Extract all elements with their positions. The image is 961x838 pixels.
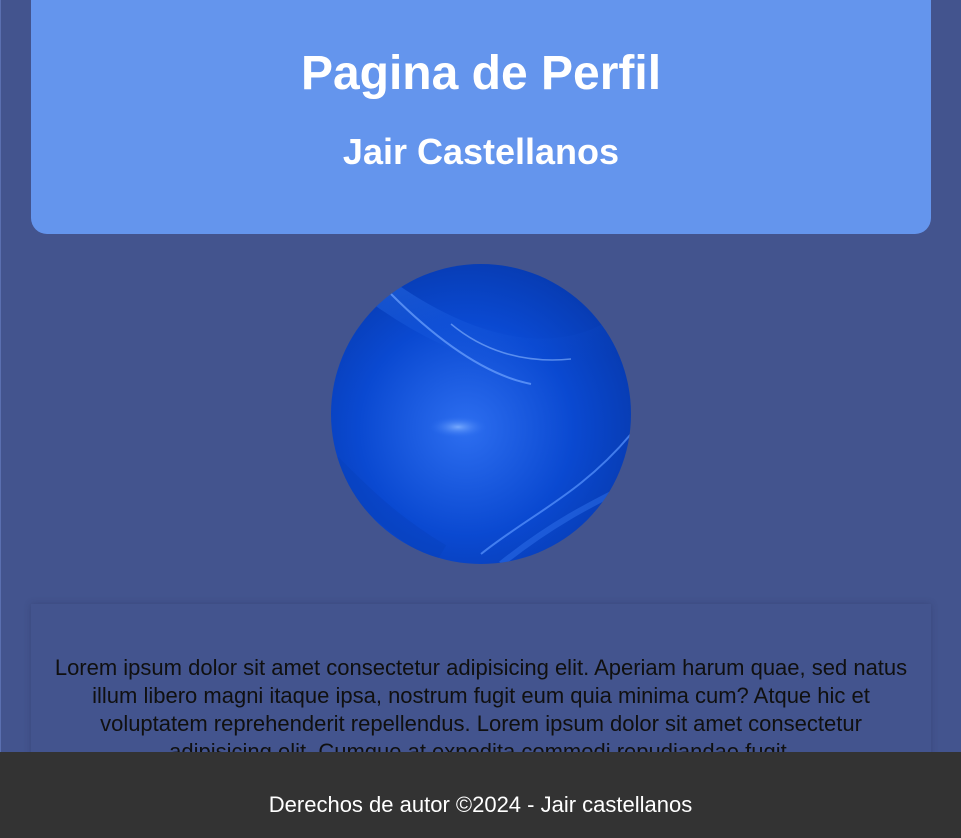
profile-avatar xyxy=(331,264,631,564)
blue-sphere-avatar-icon xyxy=(331,264,631,564)
about-text: Lorem ipsum dolor sit amet consectetur a… xyxy=(54,655,908,764)
page-left-border xyxy=(0,0,1,838)
page-footer: Derechos de autor ©2024 - Jair castellan… xyxy=(0,752,961,838)
copyright-text: Derechos de autor ©2024 - Jair castellan… xyxy=(268,792,693,817)
page-title: Pagina de Perfil xyxy=(300,47,662,100)
profile-header: Pagina de Perfil Jair Castellanos xyxy=(31,0,931,234)
profile-name: Jair Castellanos xyxy=(342,131,620,172)
